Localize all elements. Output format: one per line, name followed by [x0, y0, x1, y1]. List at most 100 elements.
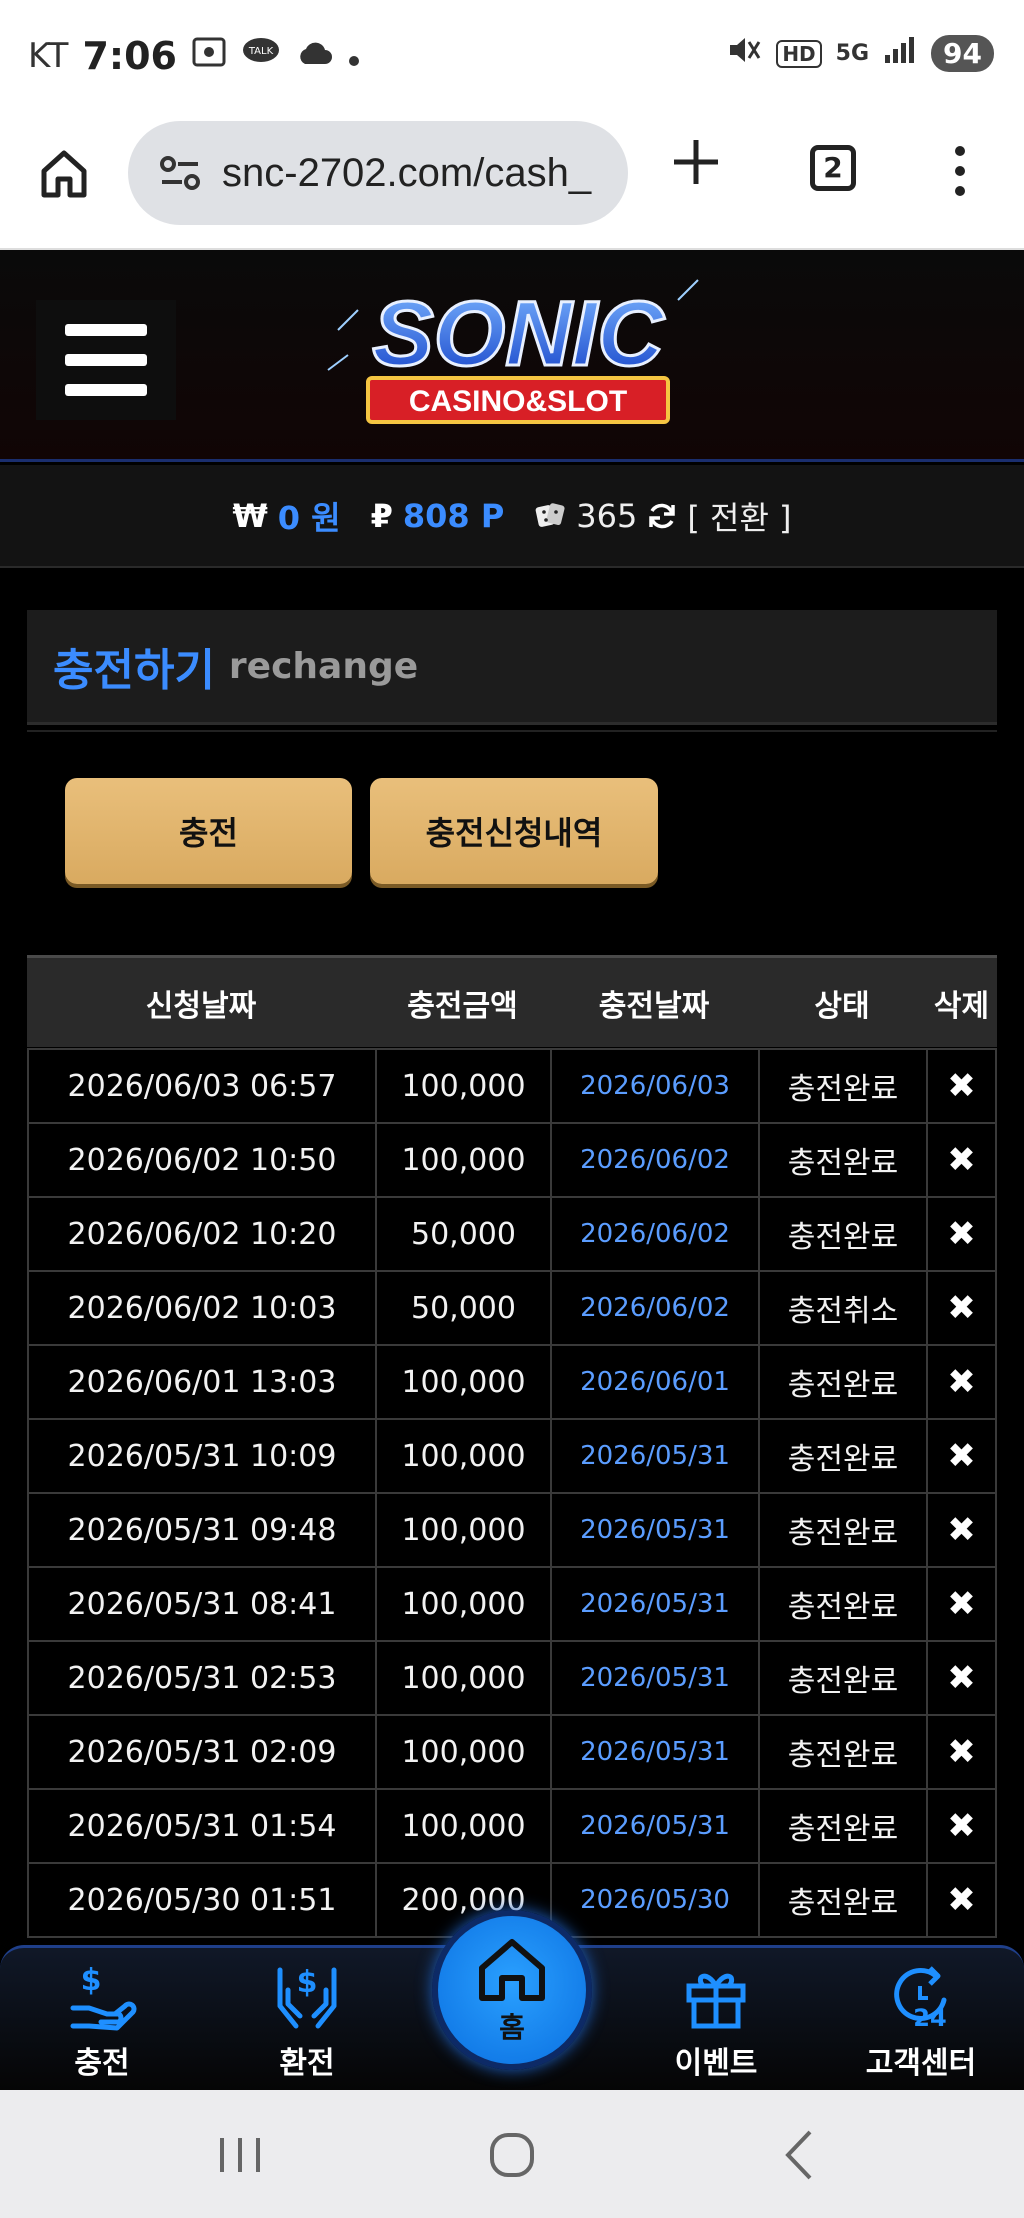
cell-request-date: 2026/06/02 10:03 — [27, 1272, 375, 1344]
table-row: 2026/05/31 10:09 100,000 2026/05/31 충전완료 ✖ — [27, 1420, 997, 1494]
delete-button[interactable]: ✖ — [926, 1790, 997, 1862]
new-tab-button[interactable] — [670, 135, 722, 199]
cell-charge-date: 2026/05/31 — [550, 1790, 758, 1862]
recent-apps-button[interactable] — [200, 2120, 280, 2190]
refresh-icon[interactable] — [647, 501, 677, 531]
table-row: 2026/06/02 10:50 100,000 2026/06/02 충전완료 ✖ — [27, 1124, 997, 1198]
delete-button[interactable]: ✖ — [926, 1198, 997, 1270]
cell-amount: 100,000 — [375, 1642, 550, 1714]
balance-bar: ₩ 0 원 ₽ 808 P 365 [ 전환 ] — [0, 465, 1024, 568]
header-amount: 충전금액 — [407, 988, 518, 1024]
table-row: 2026/05/31 02:53 100,000 2026/05/31 충전완료 ✖ — [27, 1642, 997, 1716]
switch-button[interactable]: [ 전환 ] — [687, 493, 791, 539]
cell-amount: 100,000 — [375, 1494, 550, 1566]
cloud-icon — [295, 36, 333, 77]
table-row: 2026/06/02 10:20 50,000 2026/06/02 충전완료 ✖ — [27, 1198, 997, 1272]
battery-indicator: 94 — [931, 35, 994, 72]
cell-amount: 100,000 — [375, 1420, 550, 1492]
cell-status: 충전완료 — [758, 1642, 926, 1714]
cell-amount: 100,000 — [375, 1124, 550, 1196]
address-bar[interactable]: snc-2702.com/cash_ — [128, 121, 628, 225]
network-label: 5G — [835, 41, 870, 66]
header-status: 상태 — [814, 988, 870, 1024]
site-logo[interactable]: SONIC CASINO&SLOT — [318, 270, 718, 440]
clock: 7:06 — [82, 34, 177, 78]
delete-button[interactable]: ✖ — [926, 1124, 997, 1196]
point-balance: ₽ 808 P — [371, 497, 505, 535]
charge-history-button[interactable]: 충전신청내역 — [370, 778, 658, 884]
cell-status: 충전완료 — [758, 1494, 926, 1566]
cell-status: 충전완료 — [758, 1790, 926, 1862]
cash-balance: ₩ 0 원 — [232, 493, 340, 539]
hamburger-line — [65, 354, 147, 366]
table-row: 2026/05/31 08:41 100,000 2026/05/31 충전완료 ✖ — [27, 1568, 997, 1642]
cell-status: 충전완료 — [758, 1568, 926, 1640]
delete-button[interactable]: ✖ — [926, 1050, 997, 1122]
point-symbol: ₽ — [370, 496, 393, 535]
delete-button[interactable]: ✖ — [926, 1568, 997, 1640]
delete-button[interactable]: ✖ — [926, 1272, 997, 1344]
cell-status: 충전완료 — [758, 1124, 926, 1196]
status-right: HD 5G 94 — [726, 34, 994, 73]
hamburger-menu-button[interactable] — [36, 300, 176, 420]
delete-button[interactable]: ✖ — [926, 1494, 997, 1566]
cell-charge-date: 2026/05/31 — [550, 1494, 758, 1566]
cell-status: 충전완료 — [758, 1346, 926, 1418]
nav-exchange[interactable]: $ 환전 — [232, 1948, 382, 2093]
nav-exchange-label: 환전 — [279, 2046, 335, 2081]
tab-switcher-button[interactable]: 2 — [810, 145, 856, 191]
charge-history-table: 신청날짜 충전금액 충전날짜 상태 삭제 2026/06/03 06:57 100… — [27, 955, 997, 1938]
header-request-date: 신청날짜 — [145, 988, 257, 1024]
casino-balance[interactable]: 365 [ 전환 ] — [534, 493, 792, 539]
delete-button[interactable]: ✖ — [926, 1864, 997, 1936]
dot-icon — [347, 36, 361, 77]
cell-status: 충전완료 — [758, 1420, 926, 1492]
recents-icon — [220, 2138, 260, 2172]
cell-request-date: 2026/06/03 06:57 — [27, 1050, 375, 1122]
won-symbol: ₩ — [232, 496, 268, 535]
cell-amount: 100,000 — [375, 1716, 550, 1788]
mute-icon — [726, 34, 762, 73]
status-left: KT 7:06 TALK — [28, 34, 361, 78]
section-title: 충전하기 rechange — [27, 610, 997, 725]
charge-button[interactable]: 충전 — [65, 778, 352, 884]
nav-home[interactable]: 홈 — [432, 1910, 592, 2070]
cell-status: 충전완료 — [758, 1050, 926, 1122]
home-icon — [41, 150, 87, 198]
url-text: snc-2702.com/cash_ — [222, 150, 592, 195]
circle-home-icon — [490, 2133, 534, 2177]
delete-button[interactable]: ✖ — [926, 1642, 997, 1714]
gift-icon — [686, 1973, 746, 2029]
svg-text:$: $ — [81, 1963, 102, 1998]
charge-hand-icon: $ — [70, 1963, 137, 2031]
browser-menu-button[interactable] — [950, 141, 970, 201]
cell-request-date: 2026/05/30 01:51 — [27, 1864, 375, 1936]
cell-charge-date: 2026/05/31 — [550, 1420, 758, 1492]
back-button[interactable] — [760, 2120, 840, 2190]
cell-request-date: 2026/05/31 09:48 — [27, 1494, 375, 1566]
carrier-label: KT — [28, 36, 69, 76]
table-row: 2026/05/31 01:54 100,000 2026/05/31 충전완료 ✖ — [27, 1790, 997, 1864]
nav-support[interactable]: 24 고객센터 — [846, 1948, 996, 2093]
android-home-button[interactable] — [472, 2120, 552, 2190]
hamburger-line — [65, 324, 147, 336]
cell-request-date: 2026/05/31 02:09 — [27, 1716, 375, 1788]
nav-charge[interactable]: $ 충전 — [27, 1948, 177, 2093]
nav-event[interactable]: 이벤트 — [641, 1948, 791, 2093]
delete-button[interactable]: ✖ — [926, 1346, 997, 1418]
hamburger-line — [65, 384, 147, 396]
cell-charge-date: 2026/06/03 — [550, 1050, 758, 1122]
exchange-hands-icon: $ — [277, 1965, 337, 2029]
nav-home-label: 홈 — [499, 2011, 525, 2044]
cell-status: 충전취소 — [758, 1272, 926, 1344]
delete-button[interactable]: ✖ — [926, 1716, 997, 1788]
delete-button[interactable]: ✖ — [926, 1420, 997, 1492]
talk-icon: TALK — [241, 36, 281, 77]
home-icon — [479, 1939, 545, 2001]
table-row: 2026/06/03 06:57 100,000 2026/06/03 충전완료 ✖ — [27, 1050, 997, 1124]
site-settings-icon[interactable] — [158, 153, 202, 193]
cell-charge-date: 2026/05/30 — [550, 1864, 758, 1936]
svg-text:SONIC: SONIC — [372, 283, 665, 385]
browser-home-button[interactable] — [36, 145, 92, 201]
plus-icon — [674, 140, 718, 184]
